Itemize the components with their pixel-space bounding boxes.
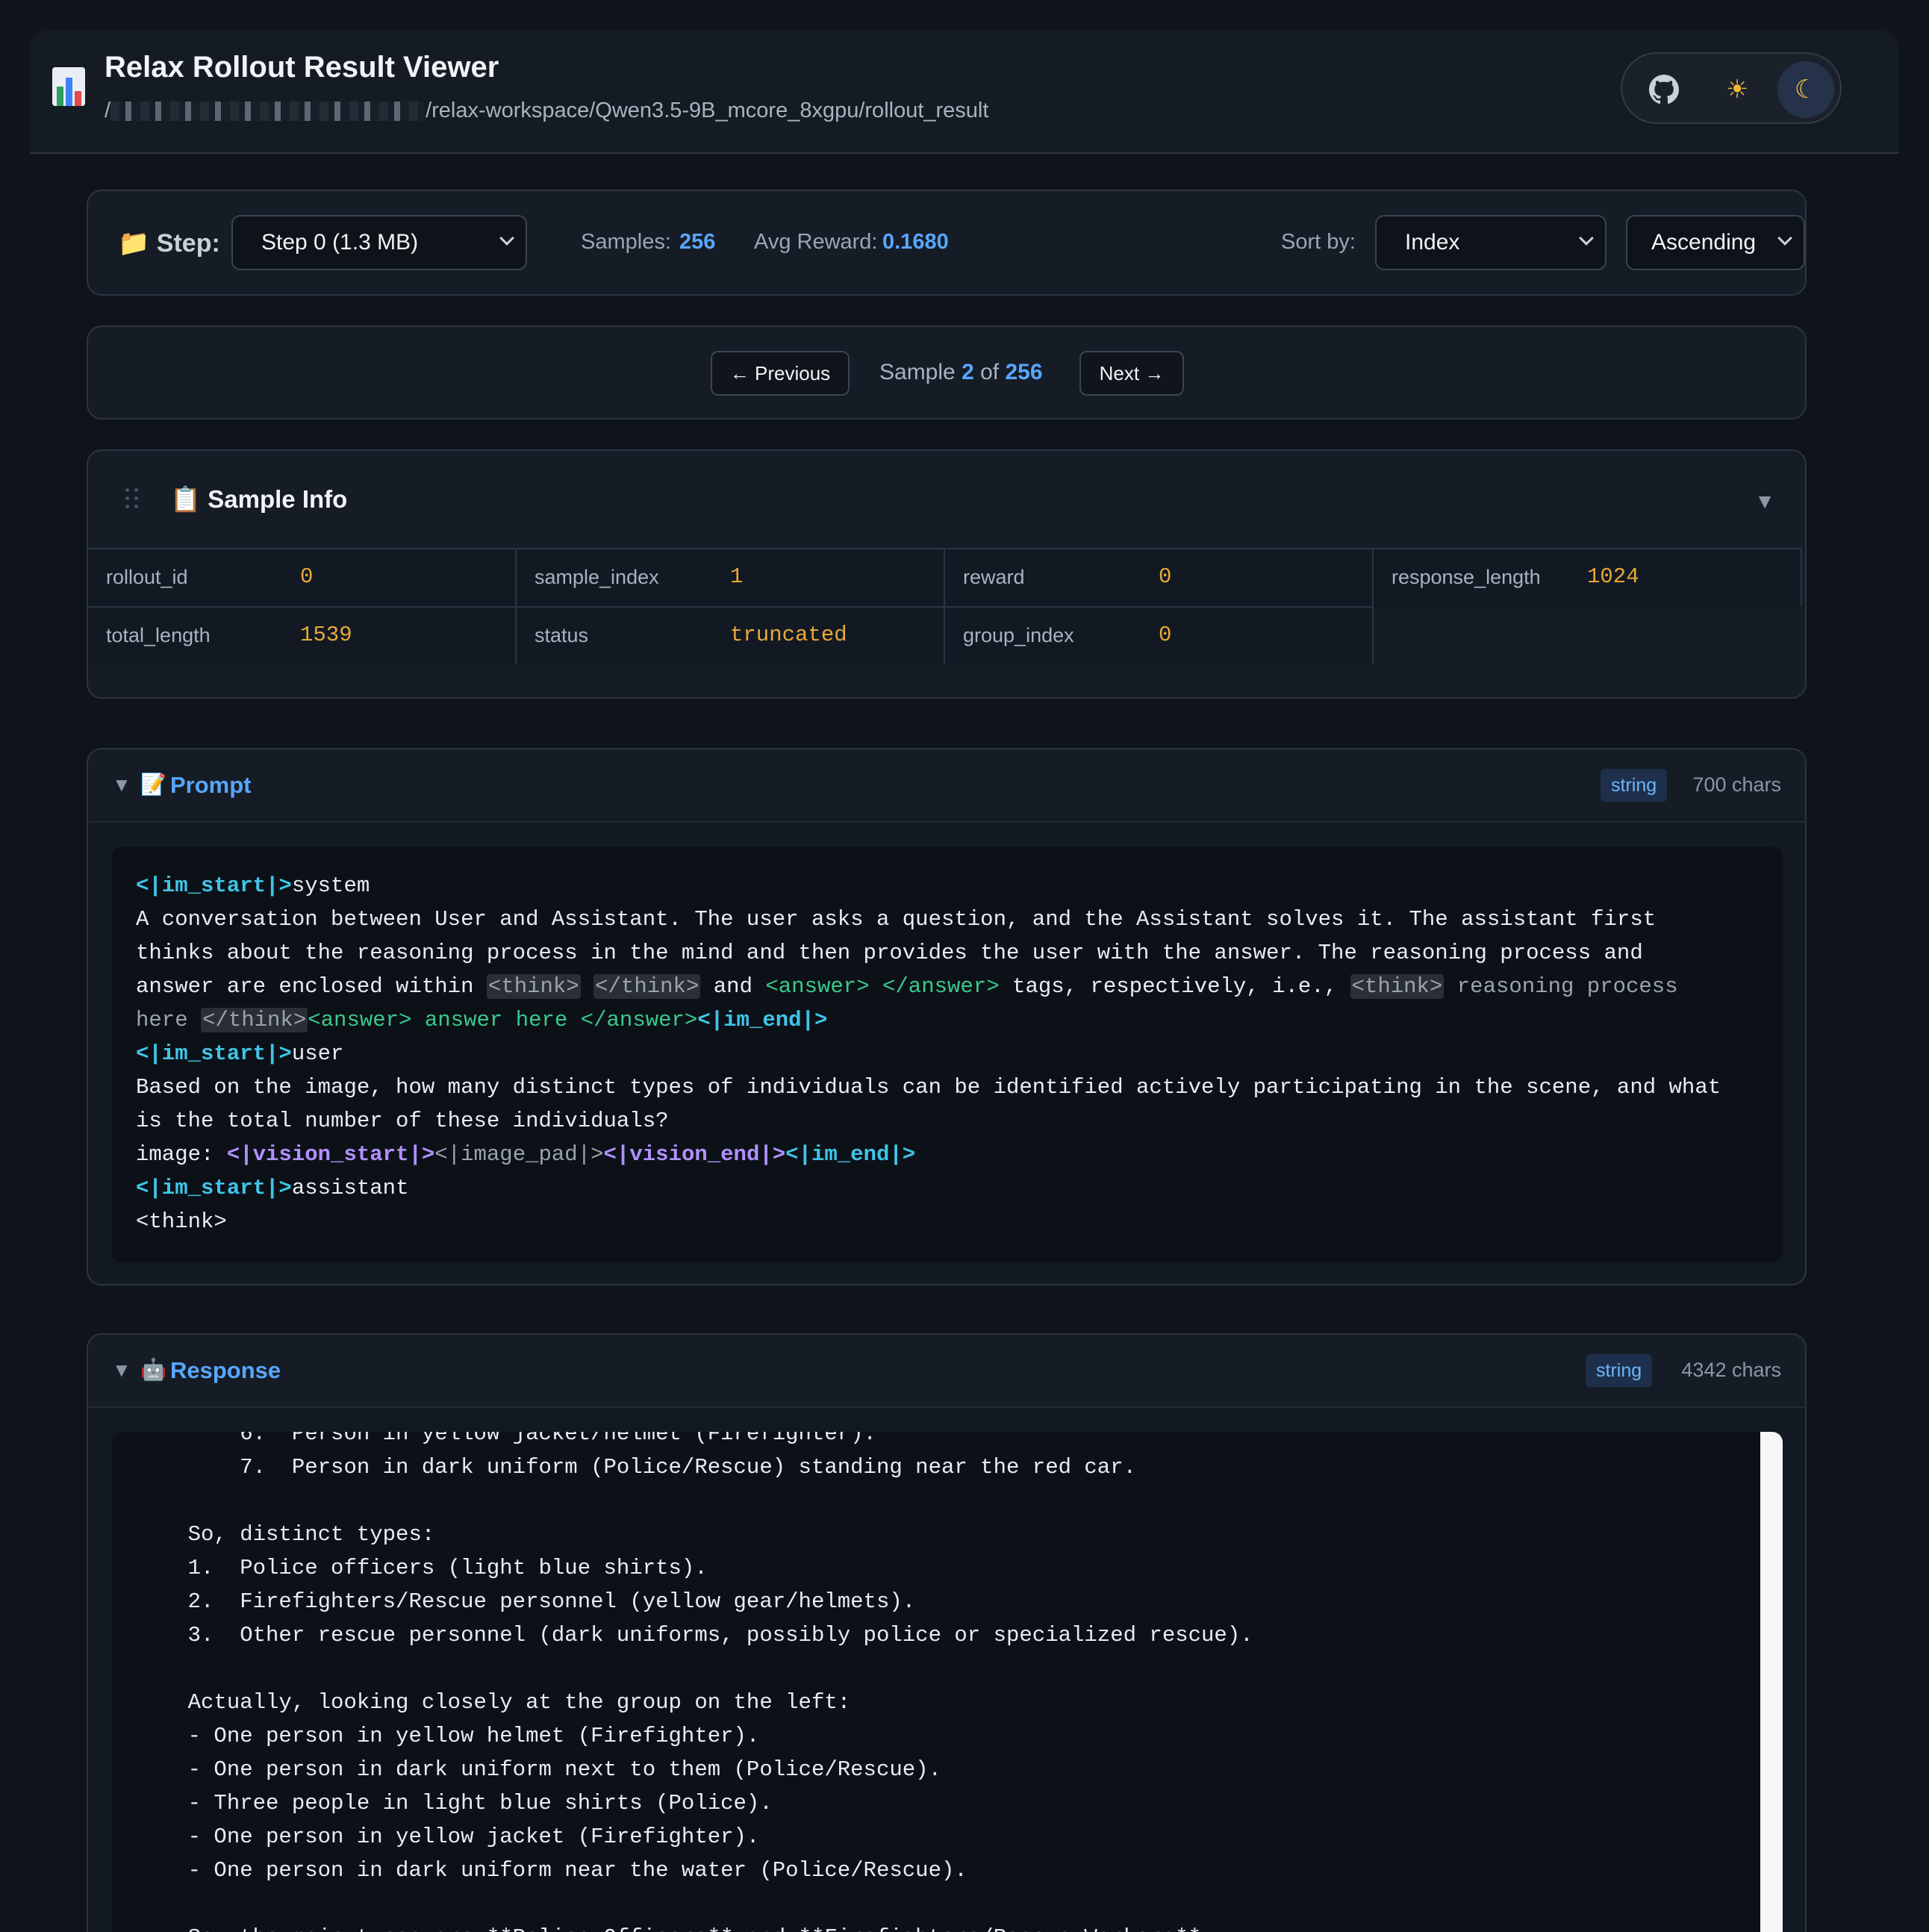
- collapse-icon[interactable]: ▼: [112, 1359, 131, 1382]
- memo-icon: 📝: [140, 773, 166, 796]
- info-cell: sample_index 1: [517, 548, 945, 606]
- dark-theme-icon[interactable]: ☾: [1777, 61, 1834, 118]
- folder-icon: 📁: [118, 229, 150, 258]
- bar-chart-icon: [52, 67, 85, 106]
- sample-info-title: 📋 Sample Info: [170, 485, 348, 513]
- info-cell: response_length 1024: [1374, 548, 1802, 606]
- response-title: Response: [170, 1357, 281, 1383]
- next-button[interactable]: Next →: [1079, 351, 1184, 396]
- sort-order-select[interactable]: Ascending: [1626, 215, 1805, 270]
- robot-icon: 🤖: [140, 1358, 166, 1381]
- clipboard-icon: 📋: [170, 485, 202, 513]
- app-window: Relax Rollout Result Viewer //relax-work…: [30, 30, 1899, 1932]
- theme-toggle-group: ☀ ☾: [1621, 52, 1842, 124]
- scrollbar[interactable]: [1760, 1432, 1783, 1932]
- app-title: Relax Rollout Result Viewer: [105, 51, 499, 84]
- info-cell: rollout_id 0: [88, 548, 517, 606]
- step-select[interactable]: Step 0 (1.3 MB): [231, 215, 527, 270]
- sample-navigation: ← Previous Sample 2 of 256 Next →: [87, 325, 1807, 420]
- previous-button[interactable]: ← Previous: [711, 351, 850, 396]
- info-cell: status truncated: [517, 606, 945, 664]
- sort-label: Sort by:: [1281, 230, 1356, 254]
- app-header: Relax Rollout Result Viewer //relax-work…: [30, 30, 1899, 154]
- prompt-header[interactable]: ▼ 📝 Prompt string 700 chars: [88, 750, 1805, 823]
- avg-reward-value: 0.1680: [882, 230, 949, 254]
- type-badge: string: [1586, 1354, 1653, 1387]
- sample-info-panel: 📋 Sample Info ▼ rollout_id 0 sample_index…: [87, 449, 1807, 699]
- type-badge: string: [1601, 769, 1668, 802]
- redacted-path-segment: [110, 102, 425, 122]
- prompt-title: Prompt: [170, 772, 252, 798]
- response-content[interactable]: 6. Person in yellow jacket/helmet (Firef…: [112, 1432, 1783, 1932]
- workspace-path: //relax-workspace/Qwen3.5-9B_mcore_8xgpu…: [105, 99, 989, 122]
- samples-count: 256: [679, 230, 716, 254]
- step-controls-panel: 📁 Step: Step 0 (1.3 MB) Samples: 256 Avg…: [87, 190, 1807, 296]
- avg-reward-label: Avg Reward:: [754, 230, 878, 254]
- samples-label: Samples:: [581, 230, 671, 254]
- chevron-down-icon: [1777, 231, 1792, 246]
- github-icon[interactable]: [1636, 61, 1692, 118]
- chevron-down-icon: [1579, 231, 1594, 246]
- prompt-section: ▼ 📝 Prompt string 700 chars <|im_start|>…: [87, 748, 1807, 1286]
- char-count: 700 chars: [1692, 773, 1781, 796]
- sample-position: Sample 2 of 256: [879, 360, 1043, 384]
- prompt-content: <|im_start|>system A conversation betwee…: [112, 847, 1783, 1263]
- chevron-down-icon: [499, 231, 514, 246]
- info-cell: total_length 1539: [88, 606, 517, 664]
- sort-field-select[interactable]: Index: [1375, 215, 1607, 270]
- collapse-icon[interactable]: ▼: [112, 773, 131, 797]
- drag-handle-icon[interactable]: [125, 488, 143, 511]
- step-label: 📁 Step:: [118, 229, 220, 258]
- collapse-icon[interactable]: ▼: [1754, 490, 1775, 514]
- response-section: ▼ 🤖 Response string 4342 chars 6. Person…: [87, 1333, 1807, 1932]
- char-count: 4342 chars: [1681, 1359, 1781, 1381]
- light-theme-icon[interactable]: ☀: [1709, 61, 1766, 118]
- response-header[interactable]: ▼ 🤖 Response string 4342 chars: [88, 1335, 1805, 1408]
- info-cell: reward 0: [945, 548, 1374, 606]
- info-cell: group_index 0: [945, 606, 1374, 664]
- sample-info-header[interactable]: 📋 Sample Info ▼: [88, 451, 1805, 548]
